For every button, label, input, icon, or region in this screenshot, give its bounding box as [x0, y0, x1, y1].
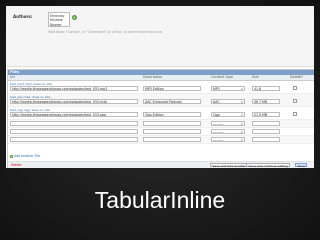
header-description: Description: [143, 75, 163, 79]
delete-checkbox[interactable]: [293, 98, 297, 103]
url-input[interactable]: [10, 129, 138, 134]
content-type-value: MP3: [213, 86, 220, 91]
url-input[interactable]: http://media.throwawaydjango.com/episode…: [10, 111, 138, 117]
authors-help-text: Hold down "Control", or "Command" on a M…: [48, 30, 163, 34]
content-type-value: ---------: [213, 122, 224, 126]
save-button[interactable]: Save: [295, 162, 308, 168]
save-and-add-another-button[interactable]: Save and add another: [210, 162, 249, 168]
submit-row: Delete Save and add another Save and con…: [8, 161, 314, 168]
add-author-icon[interactable]: +: [72, 15, 77, 20]
select-arrow-icon: ⇕: [240, 122, 243, 126]
authors-field: Authors: Ehrovsky Hilsdale Bowser + Hold…: [6, 6, 314, 67]
description-input[interactable]: MP3 Edition: [143, 85, 201, 91]
size-input[interactable]: [252, 137, 280, 142]
select-arrow-icon: ⇕: [240, 130, 243, 134]
add-another-label: Add another File: [14, 154, 40, 158]
header-size: Size: [252, 75, 259, 79]
url-input[interactable]: http://media.throwawaydjango.com/episode…: [10, 85, 138, 91]
select-arrow-icon: ⇕: [240, 112, 243, 117]
table-row: test_ogg.ogg: View on site http://media.…: [8, 107, 314, 120]
content-type-value: ---------: [213, 138, 224, 142]
description-input[interactable]: Ogg Edition: [143, 111, 201, 117]
add-icon: +: [10, 154, 13, 158]
delete-checkbox[interactable]: [293, 85, 297, 90]
content-type-value: ---------: [213, 130, 224, 134]
description-input[interactable]: [143, 121, 201, 126]
url-input[interactable]: [10, 137, 138, 142]
authors-option[interactable]: Bowser: [50, 23, 68, 28]
select-arrow-icon: ⇕: [240, 138, 243, 142]
save-and-continue-button[interactable]: Save and continue editing: [246, 162, 291, 168]
select-arrow-icon: ⇕: [240, 86, 243, 91]
authors-multiselect[interactable]: Ehrovsky Hilsdale Bowser: [48, 12, 70, 27]
content-type-select[interactable]: --------- ⇕: [211, 129, 245, 134]
size-input[interactable]: 51.9 MB: [252, 111, 280, 117]
content-type-value: Ogg: [213, 112, 220, 117]
content-type-value: AAC: [213, 99, 220, 104]
table-row: --------- ⇕: [8, 136, 314, 144]
url-input[interactable]: http://media.throwawaydjango.com/episode…: [10, 98, 138, 104]
select-arrow-icon: ⇕: [240, 99, 243, 104]
header-delete: Delete?: [290, 75, 303, 79]
table-row: --------- ⇕: [8, 128, 314, 136]
description-input[interactable]: [143, 129, 201, 134]
size-input[interactable]: 46.7 MB: [252, 98, 280, 104]
size-input[interactable]: [252, 129, 280, 134]
delete-checkbox[interactable]: [293, 111, 297, 116]
add-another-link[interactable]: +Add another File: [10, 154, 40, 158]
files-inline-group: Files Url Description Content type Size …: [7, 69, 314, 168]
description-input[interactable]: AAC Enhanced Podcast: [143, 98, 201, 104]
content-type-select[interactable]: AAC ⇕: [211, 98, 245, 104]
table-row: test_aac.m4a: View on site http://media.…: [8, 94, 314, 107]
content-type-select[interactable]: --------- ⇕: [211, 121, 245, 126]
description-input[interactable]: [143, 137, 201, 142]
url-input[interactable]: [10, 121, 138, 126]
admin-screenshot: Authors: Ehrovsky Hilsdale Bowser + Hold…: [6, 6, 314, 168]
size-input[interactable]: [252, 121, 280, 126]
table-row: test_mp3.mp3: View on site http://media.…: [8, 81, 314, 94]
header-url: Url: [10, 75, 15, 79]
content-type-select[interactable]: MP3 ⇕: [211, 85, 245, 91]
content-type-select[interactable]: --------- ⇕: [211, 137, 245, 142]
size-input[interactable]: 41.8: [252, 85, 280, 91]
header-content-type: Content type: [211, 75, 234, 79]
slide-title: TabularInline: [94, 187, 226, 213]
table-row: --------- ⇕: [8, 120, 314, 128]
delete-link[interactable]: Delete: [11, 163, 21, 168]
content-type-select[interactable]: Ogg ⇕: [211, 111, 245, 117]
authors-label: Authors:: [13, 14, 33, 19]
